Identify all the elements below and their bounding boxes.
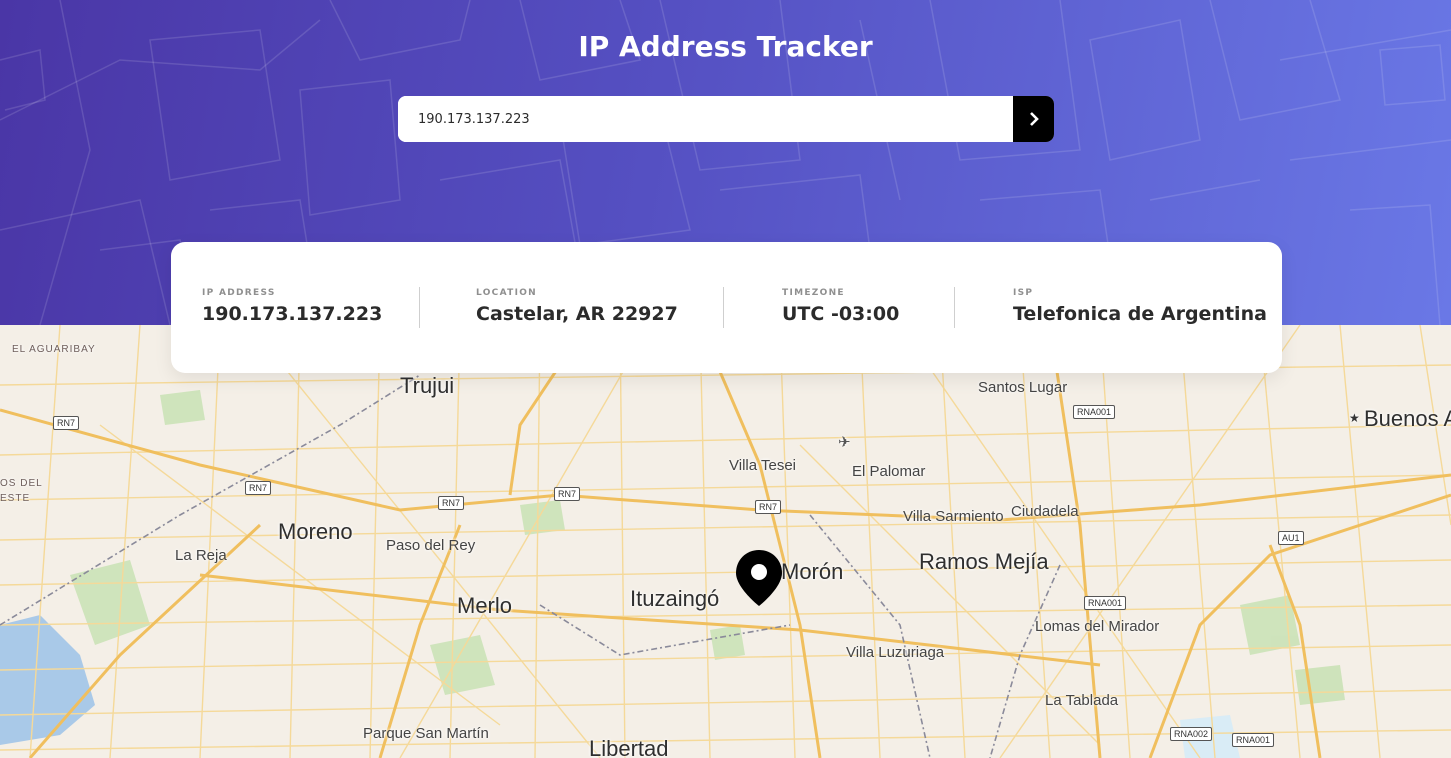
search-bar — [398, 96, 1054, 142]
ip-address-section: IP ADDRESS 190.173.137.223 — [202, 288, 382, 325]
submit-button[interactable] — [1013, 96, 1054, 142]
location-label: LOCATION — [476, 288, 538, 298]
location-section: LOCATION Castelar, AR 22927 — [476, 288, 678, 325]
place-label: Villa Tesei — [729, 457, 796, 474]
road-shield: RNA001 — [1232, 733, 1275, 747]
place-label: Buenos A — [1364, 406, 1451, 431]
capital-star-icon: ★ — [1349, 411, 1360, 425]
road-shield: RN7 — [755, 500, 782, 514]
road-shield: RN7 — [554, 487, 581, 501]
place-label: Trujui — [400, 373, 455, 398]
place-label: El Palomar — [852, 463, 926, 480]
divider — [954, 287, 955, 328]
place-label: Parque San Martín — [363, 725, 489, 742]
map-roads — [0, 325, 1451, 758]
location-value: Castelar, AR 22927 — [476, 303, 678, 325]
place-label: Ciudadela — [1011, 503, 1079, 520]
page-title: IP Address Tracker — [578, 30, 873, 63]
road-shield: AU1 — [1278, 531, 1304, 545]
place-label: OS DEL — [0, 478, 43, 489]
place-label: Moreno — [278, 519, 353, 544]
isp-label: ISP — [1013, 288, 1034, 298]
place-label: La Tablada — [1045, 692, 1119, 709]
place-label: EL AGUARIBAY — [12, 344, 96, 355]
timezone-value: UTC -03:00 — [782, 303, 900, 325]
divider — [723, 287, 724, 328]
ip-address-label: IP ADDRESS — [202, 288, 276, 298]
timezone-label: TIMEZONE — [782, 288, 845, 298]
road-shield: RN7 — [53, 416, 80, 430]
place-label: Ramos Mejía — [919, 549, 1049, 574]
location-pin-icon[interactable] — [734, 548, 784, 612]
place-label: La Reja — [175, 547, 227, 564]
chevron-right-icon — [1029, 112, 1039, 126]
place-label: Morón — [781, 559, 844, 584]
road-shield: RN7 — [245, 481, 272, 495]
road-shield: RNA001 — [1073, 405, 1116, 419]
road-shield: RNA001 — [1084, 596, 1127, 610]
isp-value: Telefonica de Argentina — [1013, 303, 1267, 325]
airport-icon: ✈ — [838, 434, 851, 451]
road-shield: RN7 — [438, 496, 465, 510]
road-shield: RNA002 — [1170, 727, 1213, 741]
map[interactable]: EL AGUARIBAY Trujui Santos Lugar Buenos … — [0, 325, 1451, 758]
divider — [419, 287, 420, 328]
place-label: Ituzaingó — [630, 586, 720, 611]
place-label: Villa Luzuriaga — [846, 644, 945, 661]
ip-address-value: 190.173.137.223 — [202, 303, 383, 325]
place-label: ESTE — [0, 493, 31, 504]
isp-section: ISP Telefonica de Argentina — [1013, 288, 1267, 325]
place-label: Libertad — [589, 736, 669, 758]
place-label: Paso del Rey — [386, 537, 476, 554]
place-label: Villa Sarmiento — [903, 508, 1004, 525]
place-label: Lomas del Mirador — [1035, 618, 1160, 635]
ip-search-input[interactable] — [398, 96, 1013, 142]
place-label: Merlo — [457, 593, 513, 618]
info-card: IP ADDRESS 190.173.137.223 LOCATION Cast… — [171, 242, 1282, 373]
timezone-section: TIMEZONE UTC -03:00 — [782, 288, 899, 325]
place-label: Santos Lugar — [978, 379, 1068, 396]
